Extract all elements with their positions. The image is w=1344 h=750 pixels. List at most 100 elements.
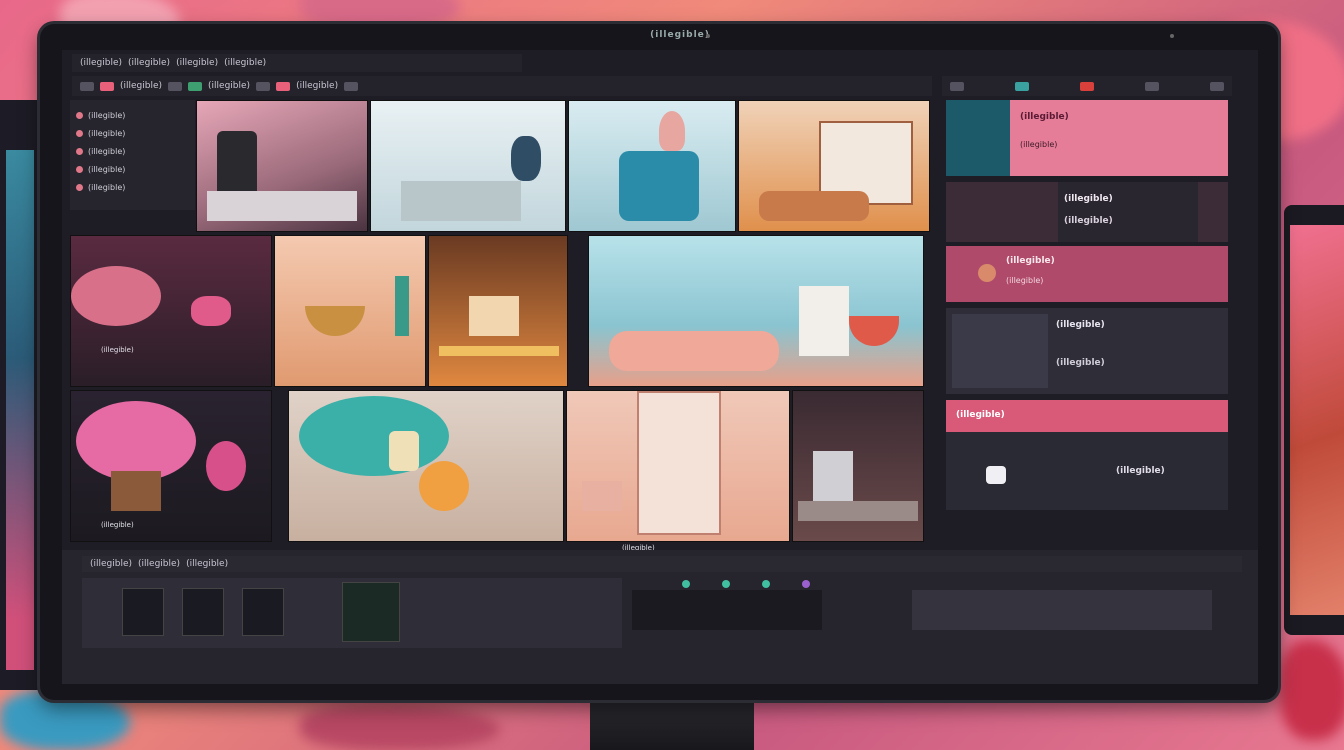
menu-item[interactable]: (illegible) (176, 58, 218, 68)
track-label: (illegible) (186, 559, 229, 569)
record-icon[interactable] (1080, 81, 1094, 91)
tile-caption: (illegible) (101, 346, 134, 354)
media-tile-blue-room[interactable] (588, 235, 924, 387)
tree-shape (76, 401, 196, 481)
media-tile-teal-flowers[interactable] (288, 390, 564, 542)
marker-icon[interactable] (802, 580, 810, 588)
list-icon[interactable] (1145, 81, 1159, 91)
counter-shape (798, 501, 918, 521)
tool-button[interactable] (256, 81, 271, 91)
marker-icon[interactable] (722, 580, 730, 588)
trunk-shape (111, 471, 161, 511)
tool-bar: (illegible) (illegible) (illegible) (72, 76, 932, 96)
side-picture-frame (1284, 205, 1344, 635)
info-card[interactable]: (illegible) (illegible) (946, 100, 1228, 176)
menu-item[interactable]: (illegible) (224, 58, 266, 68)
tool-button[interactable] (100, 81, 114, 91)
sidebar-item[interactable]: (illegible) (76, 106, 189, 124)
title-chip (1058, 182, 1198, 242)
card-title: (illegible) (1020, 112, 1069, 122)
media-tile-dark-kitchen[interactable] (792, 390, 924, 542)
tool-label: (illegible) (208, 81, 251, 91)
properties-track[interactable] (912, 590, 1212, 630)
marker-icon[interactable] (682, 580, 690, 588)
media-tile-candle-basket[interactable] (274, 235, 426, 387)
media-tile-pink-tree[interactable]: (illegible) (70, 390, 272, 542)
sidebar-item[interactable]: (illegible) (76, 142, 189, 160)
preview-thumbnail (952, 314, 1048, 388)
basket-shape (305, 306, 365, 336)
bush-shape (299, 396, 449, 476)
media-tile-figure[interactable] (568, 100, 736, 232)
info-card[interactable]: (illegible) (illegible) (946, 246, 1228, 302)
sofa-shape (759, 191, 869, 221)
grid-icon[interactable] (1210, 81, 1224, 91)
timeline-clip[interactable] (242, 588, 284, 636)
media-tile-warm-desk[interactable] (428, 235, 568, 387)
media-sidebar: (illegible) (illegible) (illegible) (ill… (70, 100, 195, 210)
timeline-clip[interactable] (182, 588, 224, 636)
tool-button[interactable] (188, 81, 203, 91)
media-tile-pink-rock[interactable]: (illegible) (70, 235, 272, 387)
marker-icon[interactable] (762, 580, 770, 588)
timeline-panel: (illegible) (illegible) (illegible) (62, 550, 1258, 684)
folder-icon (76, 129, 83, 137)
flower-shape (206, 441, 246, 491)
tool-label: (illegible) (120, 81, 163, 91)
sofa-shape (609, 331, 779, 371)
timeline-clip[interactable] (122, 588, 164, 636)
timeline-clip[interactable] (342, 582, 400, 642)
sidebar-item[interactable]: (illegible) (76, 178, 189, 196)
info-card[interactable]: (illegible) (illegible) (946, 308, 1228, 394)
furniture-shape (401, 181, 521, 221)
media-tile-bedroom-lamp[interactable] (196, 100, 368, 232)
info-card[interactable]: (illegible) (illegible) (946, 400, 1228, 510)
card-subtitle: (illegible) (1020, 140, 1058, 149)
video-track[interactable] (82, 578, 622, 648)
wall-blob (1280, 640, 1344, 740)
camera-icon (706, 34, 710, 38)
card-title: (illegible) (1006, 256, 1055, 266)
info-card[interactable]: (illegible) (illegible) (946, 182, 1228, 242)
card-subtitle: (illegible) (1006, 276, 1044, 285)
monitor-stand (590, 700, 754, 750)
card-title: (illegible) (1064, 194, 1113, 204)
vase-shape (511, 136, 541, 181)
folder-icon (76, 165, 83, 173)
tool-label: (illegible) (296, 81, 339, 91)
audio-track[interactable] (632, 590, 822, 630)
chair-shape (619, 151, 699, 221)
square-icon[interactable] (950, 81, 964, 91)
bed-shape (207, 191, 357, 221)
track-label: (illegible) (90, 559, 133, 569)
table-shape (439, 346, 559, 356)
folder-icon (76, 111, 83, 119)
editor-screen: (illegible) (illegible) (illegible) (ill… (62, 50, 1258, 684)
track-label: (illegible) (138, 559, 181, 569)
card-subtitle: (illegible) (1116, 466, 1165, 476)
menu-item[interactable]: (illegible) (128, 58, 170, 68)
tool-button[interactable] (80, 81, 94, 91)
card-title: (illegible) (1056, 320, 1105, 330)
card-title: (illegible) (956, 410, 1005, 420)
media-tile-shelf-boxes[interactable] (566, 390, 790, 542)
tool-button[interactable] (344, 81, 359, 91)
tool-button[interactable] (276, 81, 291, 91)
right-panel-toolbar (942, 76, 1232, 96)
sidebar-item[interactable]: (illegible) (76, 160, 189, 178)
box-shape (582, 481, 622, 511)
menu-item[interactable]: (illegible) (80, 58, 122, 68)
folder-icon (76, 183, 83, 191)
media-tile-white-room[interactable] (370, 100, 566, 232)
appliance-shape (813, 451, 853, 501)
folder-icon (76, 147, 83, 155)
media-tile-wood-shelf[interactable] (738, 100, 930, 232)
eye-thumbnail (946, 100, 1010, 176)
tool-button[interactable] (168, 81, 183, 91)
sidebar-item[interactable]: (illegible) (76, 124, 189, 142)
tile-caption: (illegible) (101, 521, 134, 529)
chat-icon[interactable] (1015, 81, 1029, 91)
bowl-shape (849, 316, 899, 346)
orange-flower-shape (419, 461, 469, 511)
cabinet-shape (799, 286, 849, 356)
